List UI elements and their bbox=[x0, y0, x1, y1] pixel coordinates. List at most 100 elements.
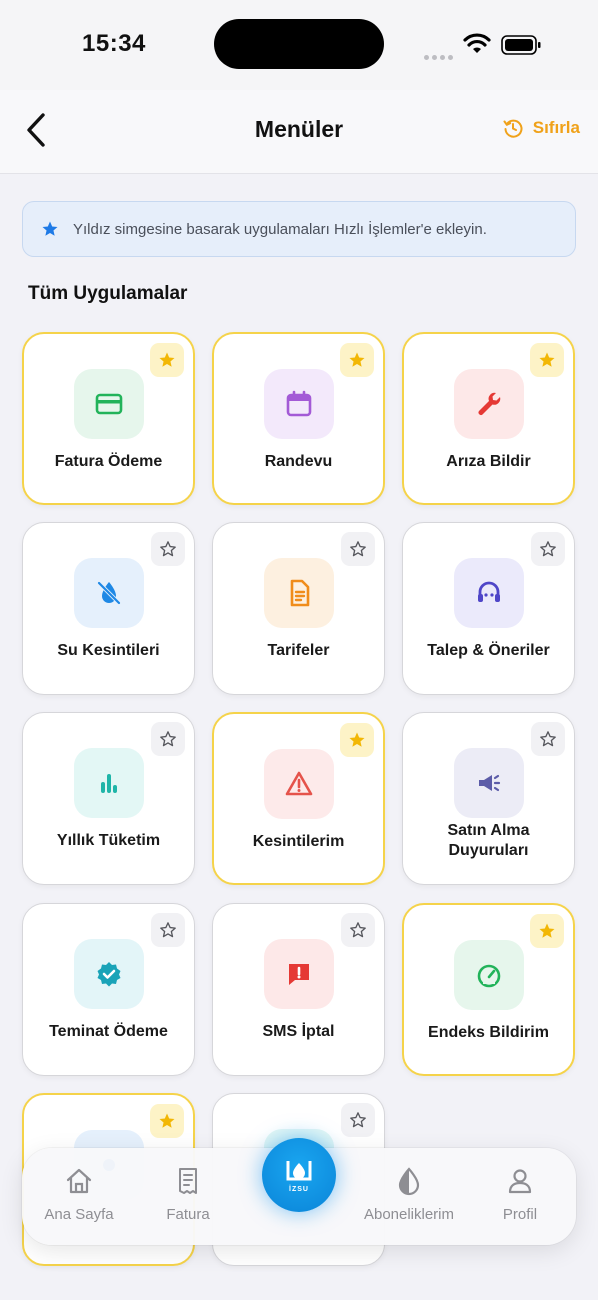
favorite-toggle[interactable] bbox=[151, 722, 185, 756]
app-card[interactable]: SMS İptal bbox=[212, 903, 385, 1076]
battery-icon bbox=[501, 35, 541, 55]
star-outline-icon bbox=[160, 731, 176, 747]
favorite-toggle[interactable] bbox=[531, 722, 565, 756]
app-card-label: Fatura Ödeme bbox=[54, 453, 163, 470]
app-card[interactable]: Su Kesintileri bbox=[22, 522, 195, 695]
favorite-toggle[interactable] bbox=[340, 343, 374, 377]
favorite-toggle[interactable] bbox=[150, 1104, 184, 1138]
app-icon-tile bbox=[453, 940, 524, 1010]
gauge-icon bbox=[477, 964, 500, 988]
app-card-label: Arıza Bildir bbox=[446, 453, 531, 470]
app-card-label: Endeks Bildirim bbox=[428, 1024, 549, 1041]
info-banner: Yıldız simgesine basarak uygulamaları Hı… bbox=[22, 201, 576, 257]
star-icon bbox=[42, 221, 58, 236]
app-card-label: Randevu bbox=[264, 453, 333, 470]
status-bar: 15:34 bbox=[0, 0, 598, 90]
app-card[interactable]: Kesintilerim bbox=[212, 712, 385, 885]
app-card[interactable]: Fatura Ödeme bbox=[22, 332, 195, 505]
favorite-toggle[interactable] bbox=[530, 343, 564, 377]
water-off-icon bbox=[97, 581, 120, 605]
app-icon-tile bbox=[263, 749, 334, 819]
nav-item-subscriptions[interactable]: Aboneliklerim bbox=[354, 1166, 464, 1223]
app-card-label: SMS İptal bbox=[262, 1023, 335, 1040]
app-icon-tile bbox=[263, 369, 334, 439]
star-outline-icon bbox=[540, 541, 556, 557]
favorite-toggle[interactable] bbox=[341, 532, 375, 566]
app-icon-tile bbox=[263, 939, 334, 1009]
app-icon-tile bbox=[73, 369, 144, 439]
star-filled-icon bbox=[349, 732, 365, 747]
warning-icon bbox=[285, 771, 312, 796]
verified-icon bbox=[97, 962, 120, 987]
drop-icon bbox=[398, 1167, 420, 1196]
app-card-label: Tarifeler bbox=[267, 642, 330, 659]
star-outline-icon bbox=[160, 541, 176, 557]
izsu-logo-icon bbox=[286, 1160, 312, 1180]
app-card[interactable]: Tarifeler bbox=[212, 522, 385, 695]
megaphone-icon bbox=[478, 774, 500, 792]
favorite-toggle[interactable] bbox=[151, 532, 185, 566]
navigation-header: Menüler Sıfırla bbox=[0, 90, 598, 174]
message-alert-icon bbox=[288, 964, 309, 985]
history-icon bbox=[503, 119, 523, 138]
app-card-label: Su Kesintileri bbox=[57, 642, 160, 659]
app-card[interactable]: Satın Alma Duyuruları bbox=[402, 712, 575, 885]
favorite-toggle[interactable] bbox=[341, 913, 375, 947]
app-icon-tile bbox=[73, 939, 144, 1009]
app-card[interactable]: Randevu bbox=[212, 332, 385, 505]
star-filled-icon bbox=[159, 352, 175, 367]
info-banner-text: Yıldız simgesine basarak uygulamaları Hı… bbox=[73, 220, 487, 238]
favorite-toggle[interactable] bbox=[150, 343, 184, 377]
app-card-label: Satın Alma Duyuruları bbox=[447, 822, 530, 859]
favorite-toggle[interactable] bbox=[531, 532, 565, 566]
favorite-toggle[interactable] bbox=[341, 1103, 375, 1137]
nav-item-profile[interactable]: Profil bbox=[465, 1166, 575, 1223]
home-icon bbox=[66, 1168, 92, 1194]
izsu-logo-text: İZSU bbox=[289, 1185, 309, 1193]
nav-label-profile: Profil bbox=[502, 1206, 538, 1223]
cellular-signal-icon bbox=[424, 47, 456, 60]
star-outline-icon bbox=[540, 731, 556, 747]
star-filled-icon bbox=[349, 352, 365, 367]
app-card[interactable]: Endeks Bildirim bbox=[402, 903, 575, 1076]
app-card[interactable]: Yıllık Tüketim bbox=[22, 712, 195, 885]
support-icon bbox=[477, 581, 500, 602]
app-icon-tile bbox=[453, 558, 524, 628]
app-card[interactable]: Arıza Bildir bbox=[402, 332, 575, 505]
nav-item-invoice[interactable]: Fatura bbox=[133, 1166, 243, 1223]
nav-label-subscriptions: Aboneliklerim bbox=[363, 1206, 455, 1223]
app-card-label: Kesintilerim bbox=[252, 833, 345, 850]
reset-label: Sıfırla bbox=[532, 118, 580, 137]
app-card-label: Yıllık Tüketim bbox=[56, 832, 161, 849]
status-time: 15:34 bbox=[82, 30, 146, 57]
app-card[interactable]: Talep & Öneriler bbox=[402, 522, 575, 695]
receipt-icon bbox=[179, 1168, 197, 1194]
star-filled-icon bbox=[159, 1113, 175, 1128]
dynamic-island bbox=[214, 19, 384, 69]
app-icon-tile bbox=[453, 748, 524, 818]
app-icon-tile bbox=[453, 369, 524, 439]
favorite-toggle[interactable] bbox=[530, 914, 564, 948]
reset-button[interactable]: Sıfırla bbox=[503, 118, 580, 138]
calendar-icon bbox=[286, 390, 311, 417]
star-outline-icon bbox=[350, 922, 366, 938]
nav-label-invoice: Fatura bbox=[166, 1206, 210, 1223]
izsu-home-button[interactable]: İZSU bbox=[262, 1138, 336, 1212]
bar-chart-icon bbox=[100, 774, 117, 793]
credit-card-icon bbox=[95, 393, 122, 415]
document-icon bbox=[290, 579, 309, 607]
star-filled-icon bbox=[539, 923, 555, 938]
user-icon bbox=[508, 1169, 532, 1194]
app-icon-tile bbox=[73, 748, 144, 818]
star-filled-icon bbox=[539, 352, 555, 367]
favorite-toggle[interactable] bbox=[151, 913, 185, 947]
app-card[interactable]: Teminat Ödeme bbox=[22, 903, 195, 1076]
wrench-icon bbox=[478, 392, 500, 415]
nav-item-home[interactable]: Ana Sayfa bbox=[24, 1166, 134, 1223]
nav-label-home: Ana Sayfa bbox=[44, 1206, 114, 1223]
favorite-toggle[interactable] bbox=[340, 723, 374, 757]
star-outline-icon bbox=[350, 1112, 366, 1128]
star-outline-icon bbox=[160, 922, 176, 938]
app-card-label: Talep & Öneriler bbox=[427, 642, 550, 659]
section-title: Tüm Uygulamalar bbox=[28, 283, 188, 304]
